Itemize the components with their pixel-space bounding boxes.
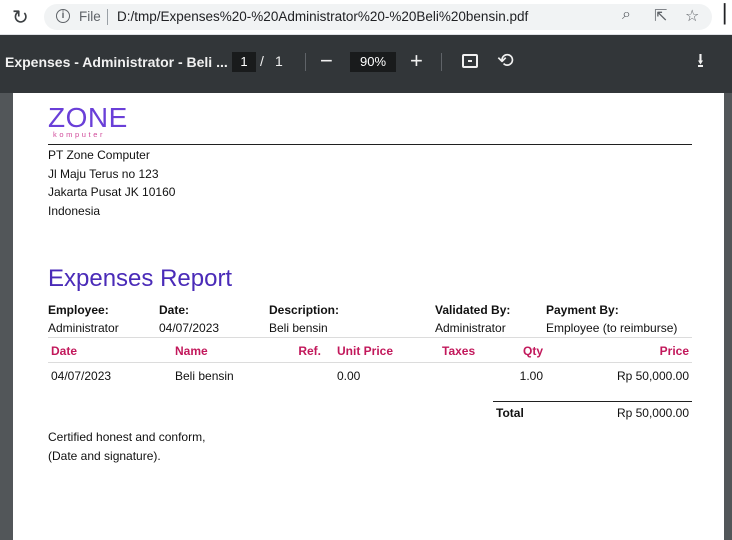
row-qty: 1.00	[519, 369, 543, 383]
company-country: Indonesia	[48, 203, 101, 218]
payment-by-value: Employee (to reimburse)	[546, 321, 678, 335]
share-icon[interactable]: ⇱	[654, 6, 667, 26]
description-value: Beli bensin	[269, 321, 328, 335]
document-title: Expenses - Administrator - Beli ...	[5, 54, 228, 70]
total-label: Total	[496, 406, 524, 420]
col-header-unit-price: Unit Price	[337, 344, 394, 358]
row-name: Beli bensin	[175, 369, 234, 383]
employee-value: Administrator	[48, 321, 119, 335]
toolbar-divider	[441, 53, 442, 71]
company-name: PT Zone Computer	[48, 148, 150, 162]
logo-text: ZONE	[48, 102, 128, 133]
reload-icon[interactable]: ↻	[12, 5, 29, 30]
row-price: Rp 50,000.00	[616, 369, 689, 383]
employee-label: Employee:	[48, 303, 109, 317]
report-title: Expenses Report	[48, 265, 233, 292]
file-label: File	[79, 9, 101, 24]
omnibox-divider	[107, 9, 108, 25]
col-header-price: Price	[659, 344, 689, 358]
zoom-level-input[interactable]: 90%	[350, 52, 396, 72]
col-header-name: Name	[175, 344, 208, 358]
total-rule	[493, 401, 692, 402]
pdf-toolbar: Expenses - Administrator - Beli ... 1 / …	[0, 35, 732, 93]
cert-line-1: Certified honest and conform,	[48, 430, 206, 444]
col-header-ref: Ref.	[298, 344, 321, 358]
side-panel-icon[interactable]: ▏	[724, 4, 732, 25]
info-icon[interactable]: i	[56, 9, 70, 23]
zoom-out-icon[interactable]: −	[320, 47, 333, 75]
table-header-rule	[48, 362, 692, 363]
rotate-icon[interactable]: ⟲	[497, 47, 514, 75]
payment-by-label: Payment By:	[546, 303, 619, 317]
col-header-date: Date	[51, 344, 78, 358]
download-icon[interactable]: ⭳	[697, 47, 704, 75]
col-header-taxes: Taxes	[442, 344, 476, 358]
page-number-input[interactable]: 1	[232, 52, 256, 72]
table-top-rule	[48, 337, 692, 338]
row-unit-price: 0.00	[337, 369, 361, 383]
toolbar-divider	[305, 53, 306, 71]
row-date: 04/07/2023	[51, 369, 112, 383]
page-total: 1	[275, 53, 283, 69]
company-logo: ZONE komputer	[48, 102, 138, 140]
validated-by-value: Administrator	[435, 321, 506, 335]
company-city: Jakarta Pusat JK 10160	[48, 185, 176, 199]
validated-by-label: Validated By:	[435, 303, 511, 317]
header-rule	[48, 144, 692, 145]
col-header-qty: Qty	[522, 344, 543, 358]
date-value: 04/07/2023	[159, 321, 220, 335]
date-label: Date:	[159, 303, 190, 317]
fit-to-page-icon[interactable]	[462, 54, 478, 68]
description-label: Description:	[269, 303, 340, 317]
omnibox[interactable]: i File D:/tmp/Expenses%20-%20Administrat…	[44, 4, 712, 30]
url-text[interactable]: D:/tmp/Expenses%20-%20Administrator%20-%…	[117, 9, 528, 24]
certification-text: Certified honest and conform, (Date and …	[48, 428, 205, 465]
company-street: Jl Maju Terus no 123	[48, 166, 159, 181]
pdf-viewer[interactable]: ZONE komputer PT Zone Computer Jl Maju T…	[0, 93, 732, 540]
pdf-page: ZONE komputer PT Zone Computer Jl Maju T…	[13, 93, 724, 540]
browser-address-bar: ↻ i File D:/tmp/Expenses%20-%20Administr…	[0, 0, 732, 35]
page-separator: /	[260, 53, 264, 69]
company-address: PT Zone Computer Jl Maju Terus no 123 Ja…	[48, 146, 175, 220]
total-value: Rp 50,000.00	[616, 406, 689, 420]
zoom-magnifier-icon[interactable]: ⌕	[622, 6, 631, 24]
zoom-in-icon[interactable]: +	[410, 47, 423, 75]
cert-line-2: (Date and signature).	[48, 448, 161, 463]
bookmark-star-icon[interactable]: ☆	[685, 6, 699, 26]
